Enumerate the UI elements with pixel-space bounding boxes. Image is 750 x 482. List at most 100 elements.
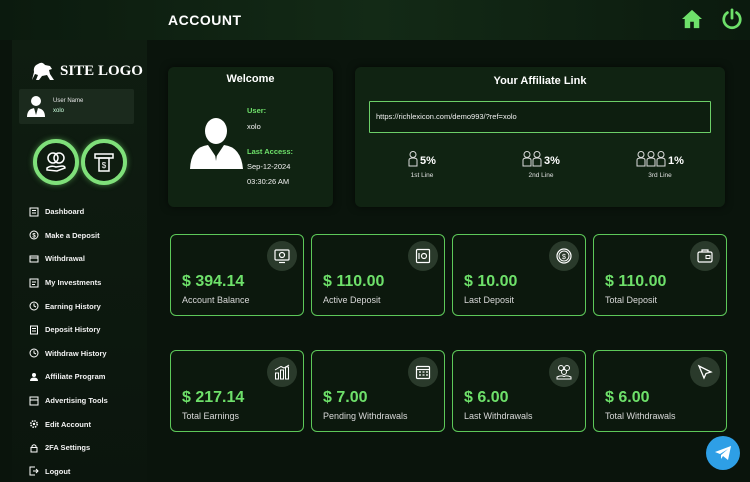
welcome-title: Welcome [226, 73, 275, 85]
sidebar-item-make-a-deposit[interactable]: $ Make a Deposit [29, 224, 108, 248]
stat-amount: $ 110.00 [323, 273, 385, 290]
level-3: 1% 3rd Line [632, 151, 688, 179]
sidebar-item-label: Earning History [45, 301, 101, 311]
level-1-name: 1st Line [410, 172, 434, 179]
sidebar-item-label: 2FA Settings [45, 443, 91, 453]
stat-card-total-withdrawals: $ 6.00 Total Withdrawals [593, 350, 727, 432]
stat-amount: $ 394.14 [182, 273, 245, 290]
investments-icon [29, 278, 39, 288]
sidebar-item-affiliate-program[interactable]: Affiliate Program [29, 365, 108, 389]
stat-icon-box [690, 241, 720, 271]
stat-icon-box [267, 241, 297, 271]
svg-text:$: $ [562, 254, 566, 261]
telegram-icon [715, 446, 731, 460]
sidebar-item-earning-history[interactable]: Earning History [29, 294, 108, 318]
stat-label: Last Deposit [464, 295, 515, 305]
sidebar-item-label: Advertising Tools [45, 396, 108, 406]
sidebar-item-my-investments[interactable]: My Investments [29, 271, 108, 295]
user-avatar-icon [190, 118, 243, 169]
sidebar-item-dashboard[interactable]: Dashboard [29, 200, 108, 224]
stat-icon-box [408, 241, 438, 271]
logo-text: SITE LOGO [60, 62, 143, 79]
sidebar-item-edit-account[interactable]: Edit Account [29, 412, 108, 436]
sidebar-item-label: Affiliate Program [45, 372, 106, 382]
user-name-value: xolo [53, 108, 65, 114]
user-box[interactable]: User Name xolo [19, 89, 134, 124]
logout-icon [29, 466, 39, 476]
sidebar-item-withdrawal[interactable]: Withdrawal [29, 247, 108, 271]
stat-icon-box [549, 357, 579, 387]
affiliate-card: Your Affiliate Link https://richlexicon.… [355, 67, 725, 207]
stat-icon-box [690, 357, 720, 387]
group-icon [636, 151, 666, 167]
stat-card-total-deposit: $ 110.00 Total Deposit [593, 234, 727, 316]
withdraw-icon [29, 255, 39, 263]
affiliate-title: Your Affiliate Link [493, 75, 587, 87]
stat-amount: $ 217.14 [182, 389, 245, 406]
hand-coins-icon [556, 365, 572, 380]
stat-label: Pending Withdrawals [323, 411, 408, 421]
stat-card-account-balance: $ 394.14 Account Balance [170, 234, 304, 316]
level-1-pct: 5% [420, 155, 436, 167]
cursor-icon [697, 364, 713, 380]
sidebar-item-label: Withdrawal [45, 254, 85, 264]
stat-amount: $ 7.00 [323, 389, 368, 406]
stat-amount: $ 6.00 [605, 389, 650, 406]
welcome-card: Welcome User: xolo Last Access: Sep-12-2… [168, 67, 333, 207]
stat-label: Total Earnings [182, 411, 240, 421]
stat-label: Last Withdrawals [464, 411, 533, 421]
sidebar-item-2fa-settings[interactable]: 2FA Settings [29, 436, 108, 460]
deposit-shortcut-button[interactable] [33, 139, 79, 185]
sidebar-item-label: Logout [45, 466, 71, 476]
stat-card-total-earnings: $ 217.14 Total Earnings [170, 350, 304, 432]
avatar [27, 96, 45, 117]
withdraw-shortcut-button[interactable]: $ [81, 139, 127, 185]
sidebar-item-withdraw-history[interactable]: Withdraw History [29, 342, 108, 366]
safe-icon [415, 248, 431, 264]
last-access-date: Sep-12-2024 [247, 162, 291, 171]
power-icon[interactable] [721, 8, 743, 30]
lock-icon [30, 443, 38, 453]
affiliate-icon [30, 372, 38, 381]
level-2-pct: 3% [544, 155, 560, 167]
page-title: ACCOUNT [168, 12, 242, 28]
stat-icon-box [408, 357, 438, 387]
stat-label: Total Deposit [605, 295, 658, 305]
sidebar-item-label: Edit Account [45, 419, 91, 429]
sidebar-item-deposit-history[interactable]: Deposit History [29, 318, 108, 342]
sidebar-item-label: My Investments [45, 278, 102, 288]
people-icon [522, 151, 542, 167]
user-label: User: [247, 106, 267, 115]
site-logo[interactable]: SITE LOGO [30, 60, 143, 82]
stat-amount: $ 110.00 [605, 273, 667, 290]
stat-label: Total Withdrawals [605, 411, 676, 421]
stat-icon-box: $ [549, 241, 579, 271]
level-3-name: 3rd Line [648, 172, 672, 179]
stat-amount: $ 6.00 [464, 389, 509, 406]
affiliate-link-field[interactable]: https://richlexicon.com/demo993/?ref=xol… [369, 101, 711, 133]
sidebar-item-advertising-tools[interactable]: Advertising Tools [29, 389, 108, 413]
top-bar: ACCOUNT [0, 0, 750, 40]
gear-icon [30, 420, 38, 429]
sidebar: SITE LOGO User Name xolo $ Dashboard $ Mak… [12, 40, 147, 482]
home-icon[interactable] [681, 9, 703, 29]
sidebar-item-logout[interactable]: Logout [29, 460, 108, 482]
dashboard-icon [29, 207, 39, 217]
user-name-label: User Name [53, 98, 84, 104]
svg-text:$: $ [102, 161, 107, 170]
telegram-button[interactable] [706, 436, 740, 470]
wallet-icon [697, 249, 713, 263]
stat-card-last-withdrawals: $ 6.00 Last Withdrawals [452, 350, 586, 432]
last-access-time: 03:30:26 AM [247, 177, 290, 186]
stat-card-active-deposit: $ 110.00 Active Deposit [311, 234, 445, 316]
level-2-name: 2nd Line [528, 172, 554, 179]
sidebar-item-label: Withdraw History [45, 348, 107, 358]
history-icon [29, 301, 39, 311]
history-icon [29, 348, 39, 358]
sidebar-item-label: Dashboard [45, 207, 85, 217]
deposit-history-icon [30, 325, 38, 335]
sidebar-item-label: Deposit History [45, 325, 101, 335]
stat-card-pending-withdrawals: $ 7.00 Pending Withdrawals [311, 350, 445, 432]
person-icon [408, 151, 418, 167]
calendar-icon [415, 365, 431, 380]
